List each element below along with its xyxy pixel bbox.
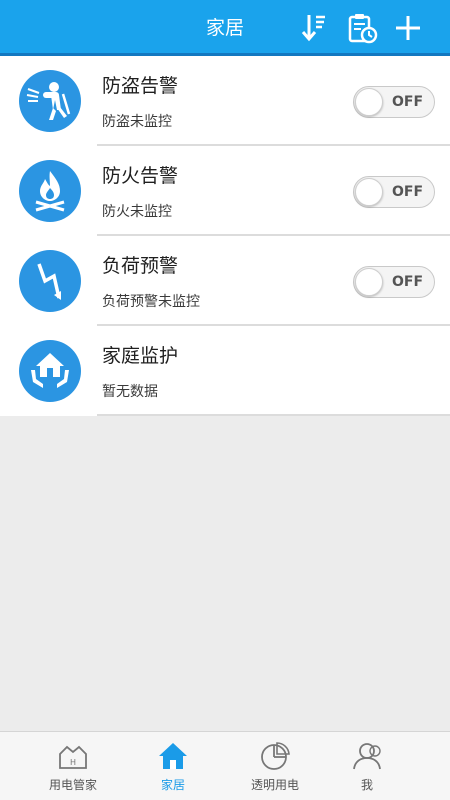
item-status: 暂无数据 [102, 384, 158, 400]
intruder-icon [19, 70, 81, 132]
divider [97, 414, 450, 416]
item-status: 防火未监控 [102, 204, 172, 220]
top-app-bar: 家居 [0, 0, 450, 56]
list-item-load-warning[interactable]: 负荷预警 负荷预警未监控 OFF [0, 236, 450, 326]
tab-home[interactable]: 家居 [117, 732, 229, 800]
item-title: 负荷预警 [102, 255, 179, 277]
item-title: 家庭监护 [102, 345, 179, 367]
toggle-knob [355, 268, 383, 296]
item-status: 负荷预警未监控 [102, 294, 200, 310]
item-title: 防盗告警 [102, 75, 179, 97]
add-icon[interactable] [392, 12, 424, 44]
tab-label: 我 [360, 778, 373, 792]
toggle-state: OFF [392, 184, 424, 200]
house-h-icon: H [59, 745, 87, 769]
list-item-anti-theft[interactable]: 防盗告警 防盗未监控 OFF [0, 56, 450, 146]
toggle-knob [355, 178, 383, 206]
load-warning-toggle[interactable]: OFF [353, 266, 435, 298]
tab-label: 家居 [160, 778, 185, 792]
list-item-home-care[interactable]: 家庭监护 暂无数据 [0, 326, 450, 416]
tab-power-manager[interactable]: H 用电管家 [17, 732, 129, 800]
item-title: 防火告警 [102, 165, 179, 187]
fire-toggle[interactable]: OFF [353, 176, 435, 208]
lightning-icon [19, 250, 81, 312]
home-care-icon [19, 340, 81, 402]
svg-text:H: H [70, 758, 76, 767]
sort-down-icon[interactable] [298, 12, 330, 44]
pie-chart-icon [261, 742, 290, 770]
toggle-state: OFF [392, 94, 424, 110]
fire-icon [19, 160, 81, 222]
tab-label: 用电管家 [48, 778, 97, 792]
alarm-list: 防盗告警 防盗未监控 OFF 防火告警 防火未监控 OFF 负荷预警 负荷预警未… [0, 56, 450, 416]
item-status: 防盗未监控 [102, 114, 172, 130]
anti-theft-toggle[interactable]: OFF [353, 86, 435, 118]
toggle-knob [355, 88, 383, 116]
page-title: 家居 [205, 17, 244, 39]
toggle-state: OFF [392, 274, 424, 290]
list-item-fire[interactable]: 防火告警 防火未监控 OFF [0, 146, 450, 236]
tab-me[interactable]: 我 [311, 732, 423, 800]
home-icon [159, 743, 187, 769]
schedule-clipboard-icon[interactable] [346, 12, 378, 44]
user-icon [353, 743, 381, 770]
bottom-tab-bar: H 用电管家 家居 透明用电 我 [0, 731, 450, 800]
